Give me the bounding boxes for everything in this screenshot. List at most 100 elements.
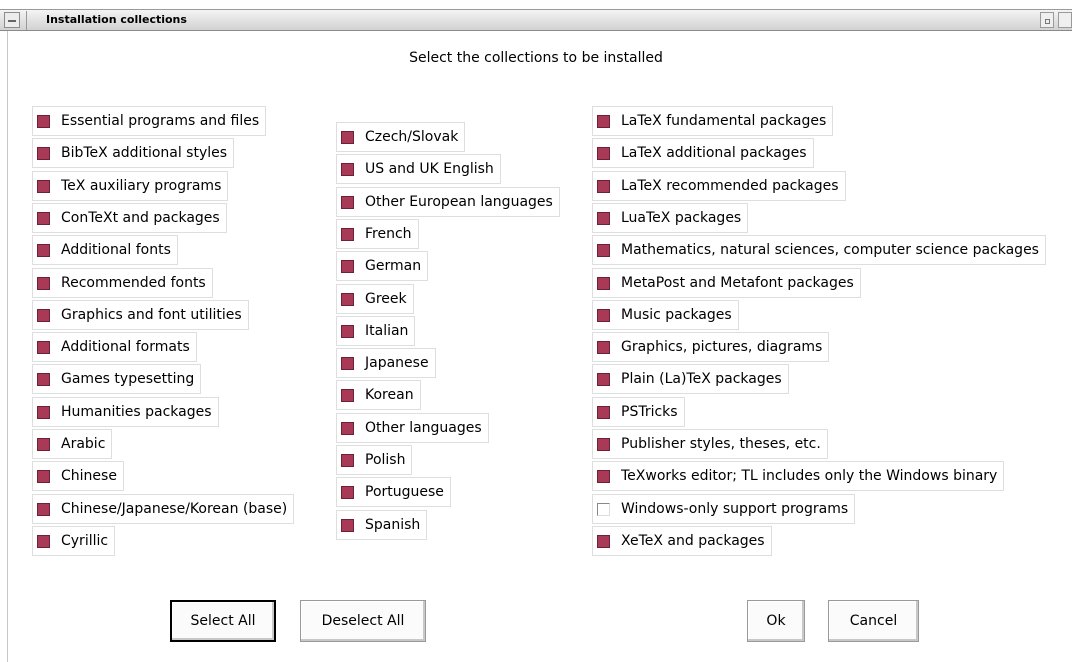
checked-box-icon[interactable]: [597, 405, 610, 419]
collection-checkbox[interactable]: Games typesetting: [32, 364, 202, 394]
collection-checkbox[interactable]: Plain (La)TeX packages: [592, 364, 789, 394]
checked-box-icon[interactable]: [37, 534, 50, 548]
deselect-all-button[interactable]: Deselect All: [300, 600, 426, 642]
collection-checkbox[interactable]: Chinese: [32, 461, 124, 491]
checked-box-icon[interactable]: [37, 211, 50, 225]
collection-label: Spanish: [365, 517, 421, 533]
collection-label: Additional fonts: [61, 242, 171, 258]
checked-box-icon[interactable]: [341, 227, 354, 241]
checked-box-icon[interactable]: [37, 308, 50, 322]
checked-box-icon[interactable]: [341, 195, 354, 209]
checked-box-icon[interactable]: [597, 469, 610, 483]
ok-button[interactable]: Ok: [747, 600, 805, 642]
collection-label: Korean: [365, 387, 414, 403]
collection-checkbox[interactable]: Humanities packages: [32, 397, 219, 427]
collection-checkbox[interactable]: Czech/Slovak: [336, 122, 466, 152]
title-bar[interactable]: Installation collections: [0, 9, 1072, 31]
checked-box-icon[interactable]: [597, 146, 610, 160]
checked-box-icon[interactable]: [341, 292, 354, 306]
checked-box-icon[interactable]: [597, 211, 610, 225]
checked-box-icon[interactable]: [597, 308, 610, 322]
collection-checkbox[interactable]: BibTeX additional styles: [32, 138, 235, 168]
collection-checkbox[interactable]: ConTeXt and packages: [32, 203, 227, 233]
checked-box-icon[interactable]: [37, 276, 50, 290]
checked-box-icon[interactable]: [37, 243, 50, 257]
collection-checkbox[interactable]: PSTricks: [592, 397, 685, 427]
collection-checkbox[interactable]: Graphics, pictures, diagrams: [592, 332, 830, 362]
collection-checkbox[interactable]: MetaPost and Metafont packages: [592, 268, 861, 298]
collection-checkbox[interactable]: US and UK English: [336, 154, 501, 184]
checked-box-icon[interactable]: [37, 114, 50, 128]
checked-box-icon[interactable]: [341, 259, 354, 273]
collection-checkbox[interactable]: Japanese: [336, 348, 436, 378]
collection-checkbox[interactable]: Greek: [336, 284, 414, 314]
collection-checkbox[interactable]: German: [336, 251, 429, 281]
checked-box-icon[interactable]: [597, 243, 610, 257]
collection-checkbox[interactable]: Windows-only support programs: [592, 494, 856, 524]
window-menu-icon[interactable]: [4, 12, 20, 28]
collection-checkbox[interactable]: TeXworks editor; TL includes only the Wi…: [592, 461, 1005, 491]
collection-checkbox[interactable]: Recommended fonts: [32, 268, 213, 298]
collection-checkbox[interactable]: Graphics and font utilities: [32, 300, 249, 330]
checked-box-icon[interactable]: [341, 130, 354, 144]
collection-checkbox[interactable]: Other European languages: [336, 187, 560, 217]
checked-box-icon[interactable]: [37, 502, 50, 516]
checked-box-icon[interactable]: [37, 179, 50, 193]
collection-checkbox[interactable]: Mathematics, natural sciences, computer …: [592, 235, 1046, 265]
checked-box-icon[interactable]: [341, 421, 354, 435]
checked-box-icon[interactable]: [597, 534, 610, 548]
checked-box-icon[interactable]: [341, 162, 354, 176]
collection-label: Windows-only support programs: [621, 501, 849, 517]
select-all-button[interactable]: Select All: [170, 600, 276, 642]
checked-box-icon[interactable]: [37, 340, 50, 354]
collection-checkbox[interactable]: Korean: [336, 380, 421, 410]
checked-box-icon[interactable]: [597, 340, 610, 354]
checked-box-icon[interactable]: [37, 437, 50, 451]
maximize-icon[interactable]: [1058, 12, 1072, 28]
checked-box-icon[interactable]: [341, 388, 354, 402]
checked-box-icon[interactable]: [341, 485, 354, 499]
checked-box-icon[interactable]: [37, 469, 50, 483]
collection-checkbox[interactable]: Italian: [336, 316, 416, 346]
collection-checkbox[interactable]: Publisher styles, theses, etc.: [592, 429, 828, 459]
collection-checkbox[interactable]: Music packages: [592, 300, 739, 330]
collection-checkbox[interactable]: Polish: [336, 445, 413, 475]
collection-checkbox[interactable]: LaTeX additional packages: [592, 138, 814, 168]
collection-checkbox[interactable]: LaTeX fundamental packages: [592, 106, 834, 136]
collection-label: Additional formats: [61, 339, 190, 355]
checked-box-icon[interactable]: [341, 324, 354, 338]
cancel-button[interactable]: Cancel: [828, 600, 919, 642]
collection-checkbox[interactable]: XeTeX and packages: [592, 526, 772, 556]
checked-box-icon[interactable]: [341, 356, 354, 370]
minimize-icon[interactable]: [1040, 12, 1054, 28]
collection-label: German: [365, 258, 422, 274]
checked-box-icon[interactable]: [597, 437, 610, 451]
checked-box-icon[interactable]: [597, 276, 610, 290]
collection-checkbox[interactable]: LuaTeX packages: [592, 203, 749, 233]
collection-checkbox[interactable]: Portuguese: [336, 477, 451, 507]
checked-box-icon[interactable]: [37, 146, 50, 160]
collection-checkbox[interactable]: LaTeX recommended packages: [592, 171, 846, 201]
collection-label: TeXworks editor; TL includes only the Wi…: [621, 468, 998, 484]
checked-box-icon[interactable]: [341, 518, 354, 532]
collection-checkbox[interactable]: Additional fonts: [32, 235, 178, 265]
checked-box-icon[interactable]: [597, 372, 610, 386]
collection-checkbox[interactable]: Essential programs and files: [32, 106, 267, 136]
checked-box-icon[interactable]: [37, 405, 50, 419]
checked-box-icon[interactable]: [37, 372, 50, 386]
collection-checkbox[interactable]: Arabic: [32, 429, 113, 459]
checked-box-icon[interactable]: [597, 179, 610, 193]
collection-label: Games typesetting: [61, 371, 195, 387]
checked-box-icon[interactable]: [597, 114, 610, 128]
collection-checkbox[interactable]: Cyrillic: [32, 526, 116, 556]
collection-checkbox[interactable]: TeX auxiliary programs: [32, 171, 229, 201]
collection-checkbox[interactable]: Chinese/Japanese/Korean (base): [32, 494, 295, 524]
collection-label: LaTeX recommended packages: [621, 178, 839, 194]
collection-label: LuaTeX packages: [621, 210, 742, 226]
unchecked-box-icon[interactable]: [597, 502, 610, 516]
checked-box-icon[interactable]: [341, 453, 354, 467]
collection-checkbox[interactable]: French: [336, 219, 419, 249]
collection-checkbox[interactable]: Other languages: [336, 413, 489, 443]
collection-checkbox[interactable]: Additional formats: [32, 332, 197, 362]
collection-checkbox[interactable]: Spanish: [336, 510, 428, 540]
